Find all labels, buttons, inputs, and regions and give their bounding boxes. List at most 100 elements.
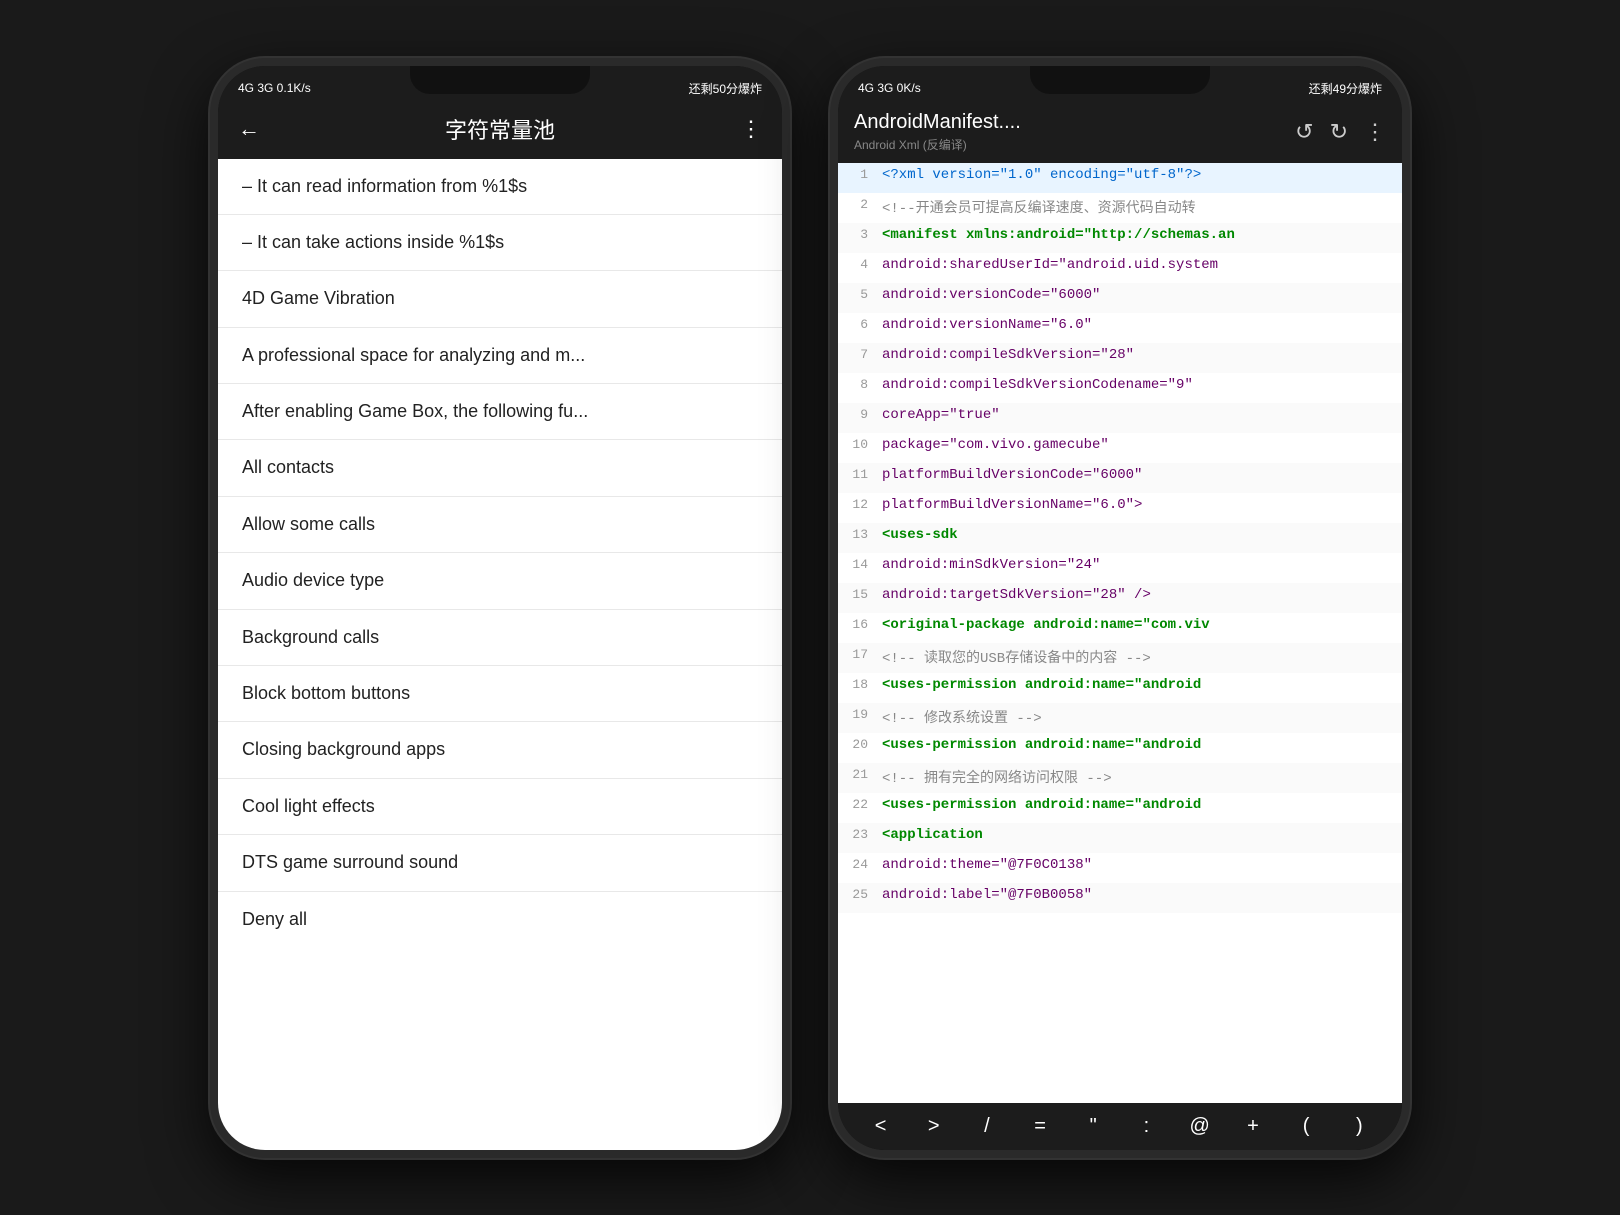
code-line-19: 19 <!-- 修改系统设置 --> [838,703,1402,733]
key-close-paren[interactable]: ) [1341,1111,1377,1142]
key-lt[interactable]: < [863,1111,899,1142]
list-item-allow-calls[interactable]: Allow some calls [218,497,782,553]
line-number: 25 [838,885,878,902]
list-item[interactable]: Block bottom buttons [218,666,782,722]
key-gt[interactable]: > [916,1111,952,1142]
line-number: 19 [838,705,878,722]
line-content: platformBuildVersionCode="6000" [878,465,1402,485]
line-number: 16 [838,615,878,632]
list-item-cool-light[interactable]: Cool light effects [218,779,782,835]
code-line-15: 15 android:targetSdkVersion="28" /> [838,583,1402,613]
list-item[interactable]: – It can read information from %1$s [218,159,782,215]
line-number: 18 [838,675,878,692]
line-content: <!--开通会员可提高反编译速度、资源代码自动转 [878,195,1402,219]
page-title-1: 字符常量池 [272,113,728,145]
list-item[interactable]: All contacts [218,440,782,496]
editor-filename: AndroidManifest.... [854,111,1287,134]
editor-actions: ↺ ↻ ⋮ [1295,119,1386,145]
key-slash[interactable]: / [969,1111,1005,1142]
menu-button-2[interactable]: ⋮ [1364,119,1386,145]
key-plus[interactable]: + [1235,1111,1271,1142]
line-content: <uses-permission android:name="android [878,795,1402,815]
line-number: 5 [838,285,878,302]
line-number: 6 [838,315,878,332]
code-line-22: 22 <uses-permission android:name="androi… [838,793,1402,823]
list-item-audio-device[interactable]: Audio device type [218,553,782,609]
list-item[interactable]: DTS game surround sound [218,835,782,891]
list-item[interactable]: A professional space for analyzing and m… [218,328,782,384]
line-content: android:theme="@7F0C0138" [878,855,1402,875]
list-item[interactable]: Deny all [218,892,782,947]
line-content: android:sharedUserId="android.uid.system [878,255,1402,275]
key-open-paren[interactable]: ( [1288,1111,1324,1142]
key-colon[interactable]: : [1128,1111,1164,1142]
line-number: 1 [838,165,878,182]
line-number: 22 [838,795,878,812]
line-number: 8 [838,375,878,392]
line-content: <original-package android:name="com.viv [878,615,1402,635]
line-number: 9 [838,405,878,422]
list-item[interactable]: 4D Game Vibration [218,271,782,327]
code-line-10: 10 package="com.vivo.gamecube" [838,433,1402,463]
line-content: android:compileSdkVersionCodename="9" [878,375,1402,395]
line-number: 23 [838,825,878,842]
back-button[interactable]: ← [238,116,260,142]
line-number: 20 [838,735,878,752]
custom-button-2 [830,426,834,506]
menu-button-1[interactable]: ⋮ [740,116,762,142]
code-line-18: 18 <uses-permission android:name="androi… [838,673,1402,703]
line-content: android:versionCode="6000" [878,285,1402,305]
volume-up-button-2 [830,246,834,306]
code-line-1: 1 <?xml version="1.0" encoding="utf-8"?> [838,163,1402,193]
line-number: 2 [838,195,878,212]
editor-title-area: AndroidManifest.... Android Xml (反编译) [854,111,1287,153]
list-item-background-calls[interactable]: Background calls [218,610,782,666]
signal-text-1: 4G 3G 0.1K/s [238,81,311,95]
line-content: coreApp="true" [878,405,1402,425]
phone-1: 4G 3G 0.1K/s 21:43:15 还剩50分爆炸 ← 字符常量池 ⋮ … [210,58,790,1158]
line-content: package="com.vivo.gamecube" [878,435,1402,455]
xml-keyboard-bar: < > / = " : @ + ( ) [838,1103,1402,1150]
line-content: platformBuildVersionName="6.0"> [878,495,1402,515]
code-line-16: 16 <original-package android:name="com.v… [838,613,1402,643]
line-number: 24 [838,855,878,872]
line-number: 4 [838,255,878,272]
code-line-6: 6 android:versionName="6.0" [838,313,1402,343]
key-equals[interactable]: = [1022,1111,1058,1142]
code-line-14: 14 android:minSdkVersion="24" [838,553,1402,583]
list-item[interactable]: – It can take actions inside %1$s [218,215,782,271]
line-content: <uses-permission android:name="android [878,735,1402,755]
code-line-25: 25 android:label="@7F0B0058" [838,883,1402,913]
volume-up-button [210,246,214,306]
key-quote[interactable]: " [1075,1111,1111,1142]
line-number: 3 [838,225,878,242]
status-time-1: 21:43:15 [472,80,527,96]
line-number: 14 [838,555,878,572]
redo-button[interactable]: ↻ [1330,119,1348,145]
status-left-2: 4G 3G 0K/s [858,81,921,95]
list-item[interactable]: Closing background apps [218,722,782,778]
line-content: <manifest xmlns:android="http://schemas.… [878,225,1402,245]
signal-text-2: 4G 3G 0K/s [858,81,921,95]
line-content: <uses-permission android:name="android [878,675,1402,695]
power-button-2 [1406,266,1410,346]
code-line-13: 13 <uses-sdk [838,523,1402,553]
line-number: 21 [838,765,878,782]
xml-editor[interactable]: 1 <?xml version="1.0" encoding="utf-8"?>… [838,163,1402,1103]
editor-filetype: Android Xml (反编译) [854,136,1287,153]
code-line-5: 5 android:versionCode="6000" [838,283,1402,313]
phone1-header: ← 字符常量池 ⋮ [218,103,782,159]
code-line-7: 7 android:compileSdkVersion="28" [838,343,1402,373]
status-time-2: 21:42:54 [1087,80,1142,96]
undo-button[interactable]: ↺ [1295,119,1313,145]
status-bar-1: 4G 3G 0.1K/s 21:43:15 还剩50分爆炸 [218,66,782,103]
status-bar-2: 4G 3G 0K/s 21:42:54 还剩49分爆炸 [838,66,1402,103]
line-number: 17 [838,645,878,662]
list-item[interactable]: After enabling Game Box, the following f… [218,384,782,440]
line-number: 7 [838,345,878,362]
volume-down-button-2 [830,326,834,406]
line-content: <!-- 读取您的USB存储设备中的内容 --> [878,645,1402,669]
line-content: <?xml version="1.0" encoding="utf-8"?> [878,165,1402,185]
key-at[interactable]: @ [1182,1111,1218,1142]
line-content: <uses-sdk [878,525,1402,545]
